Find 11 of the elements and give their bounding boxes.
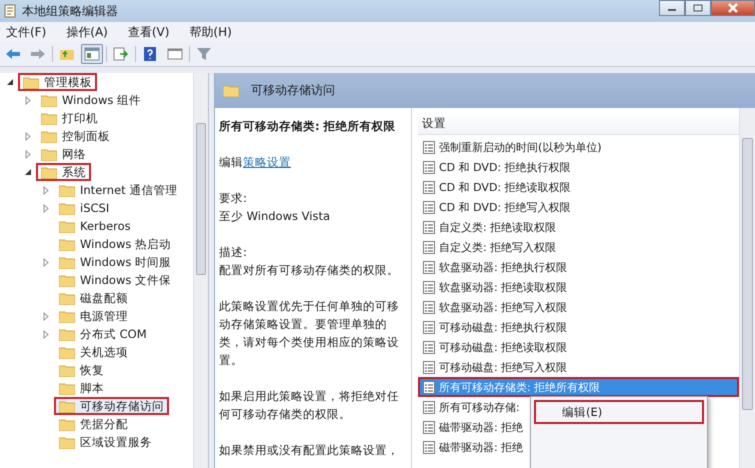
requirement-text: 至少 Windows Vista	[219, 208, 332, 225]
requirement-label: 要求:	[219, 190, 248, 207]
policy-title: 所有可移动存储类: 拒绝所有权限	[219, 118, 397, 135]
description-paragraph: 如果禁用或没有配置此策略设置，	[219, 442, 400, 459]
window-title: 本地组策略编辑器	[22, 2, 118, 20]
edit-label: 编辑	[219, 155, 243, 169]
description-paragraph: 配置对所有可移动存储类的权限。	[219, 262, 400, 279]
pane-title: 可移动存储访问	[251, 82, 335, 99]
description-paragraph: 如果启用此策略设置，将拒绝对任何可移动存储类的权限。	[219, 388, 400, 423]
description-label: 描述:	[219, 244, 248, 261]
description-paragraph: 此策略设置优先于任何单独的可移动存储策略设置。要管理单独的类，请对每个类使用相应的策略设置。	[219, 298, 400, 369]
